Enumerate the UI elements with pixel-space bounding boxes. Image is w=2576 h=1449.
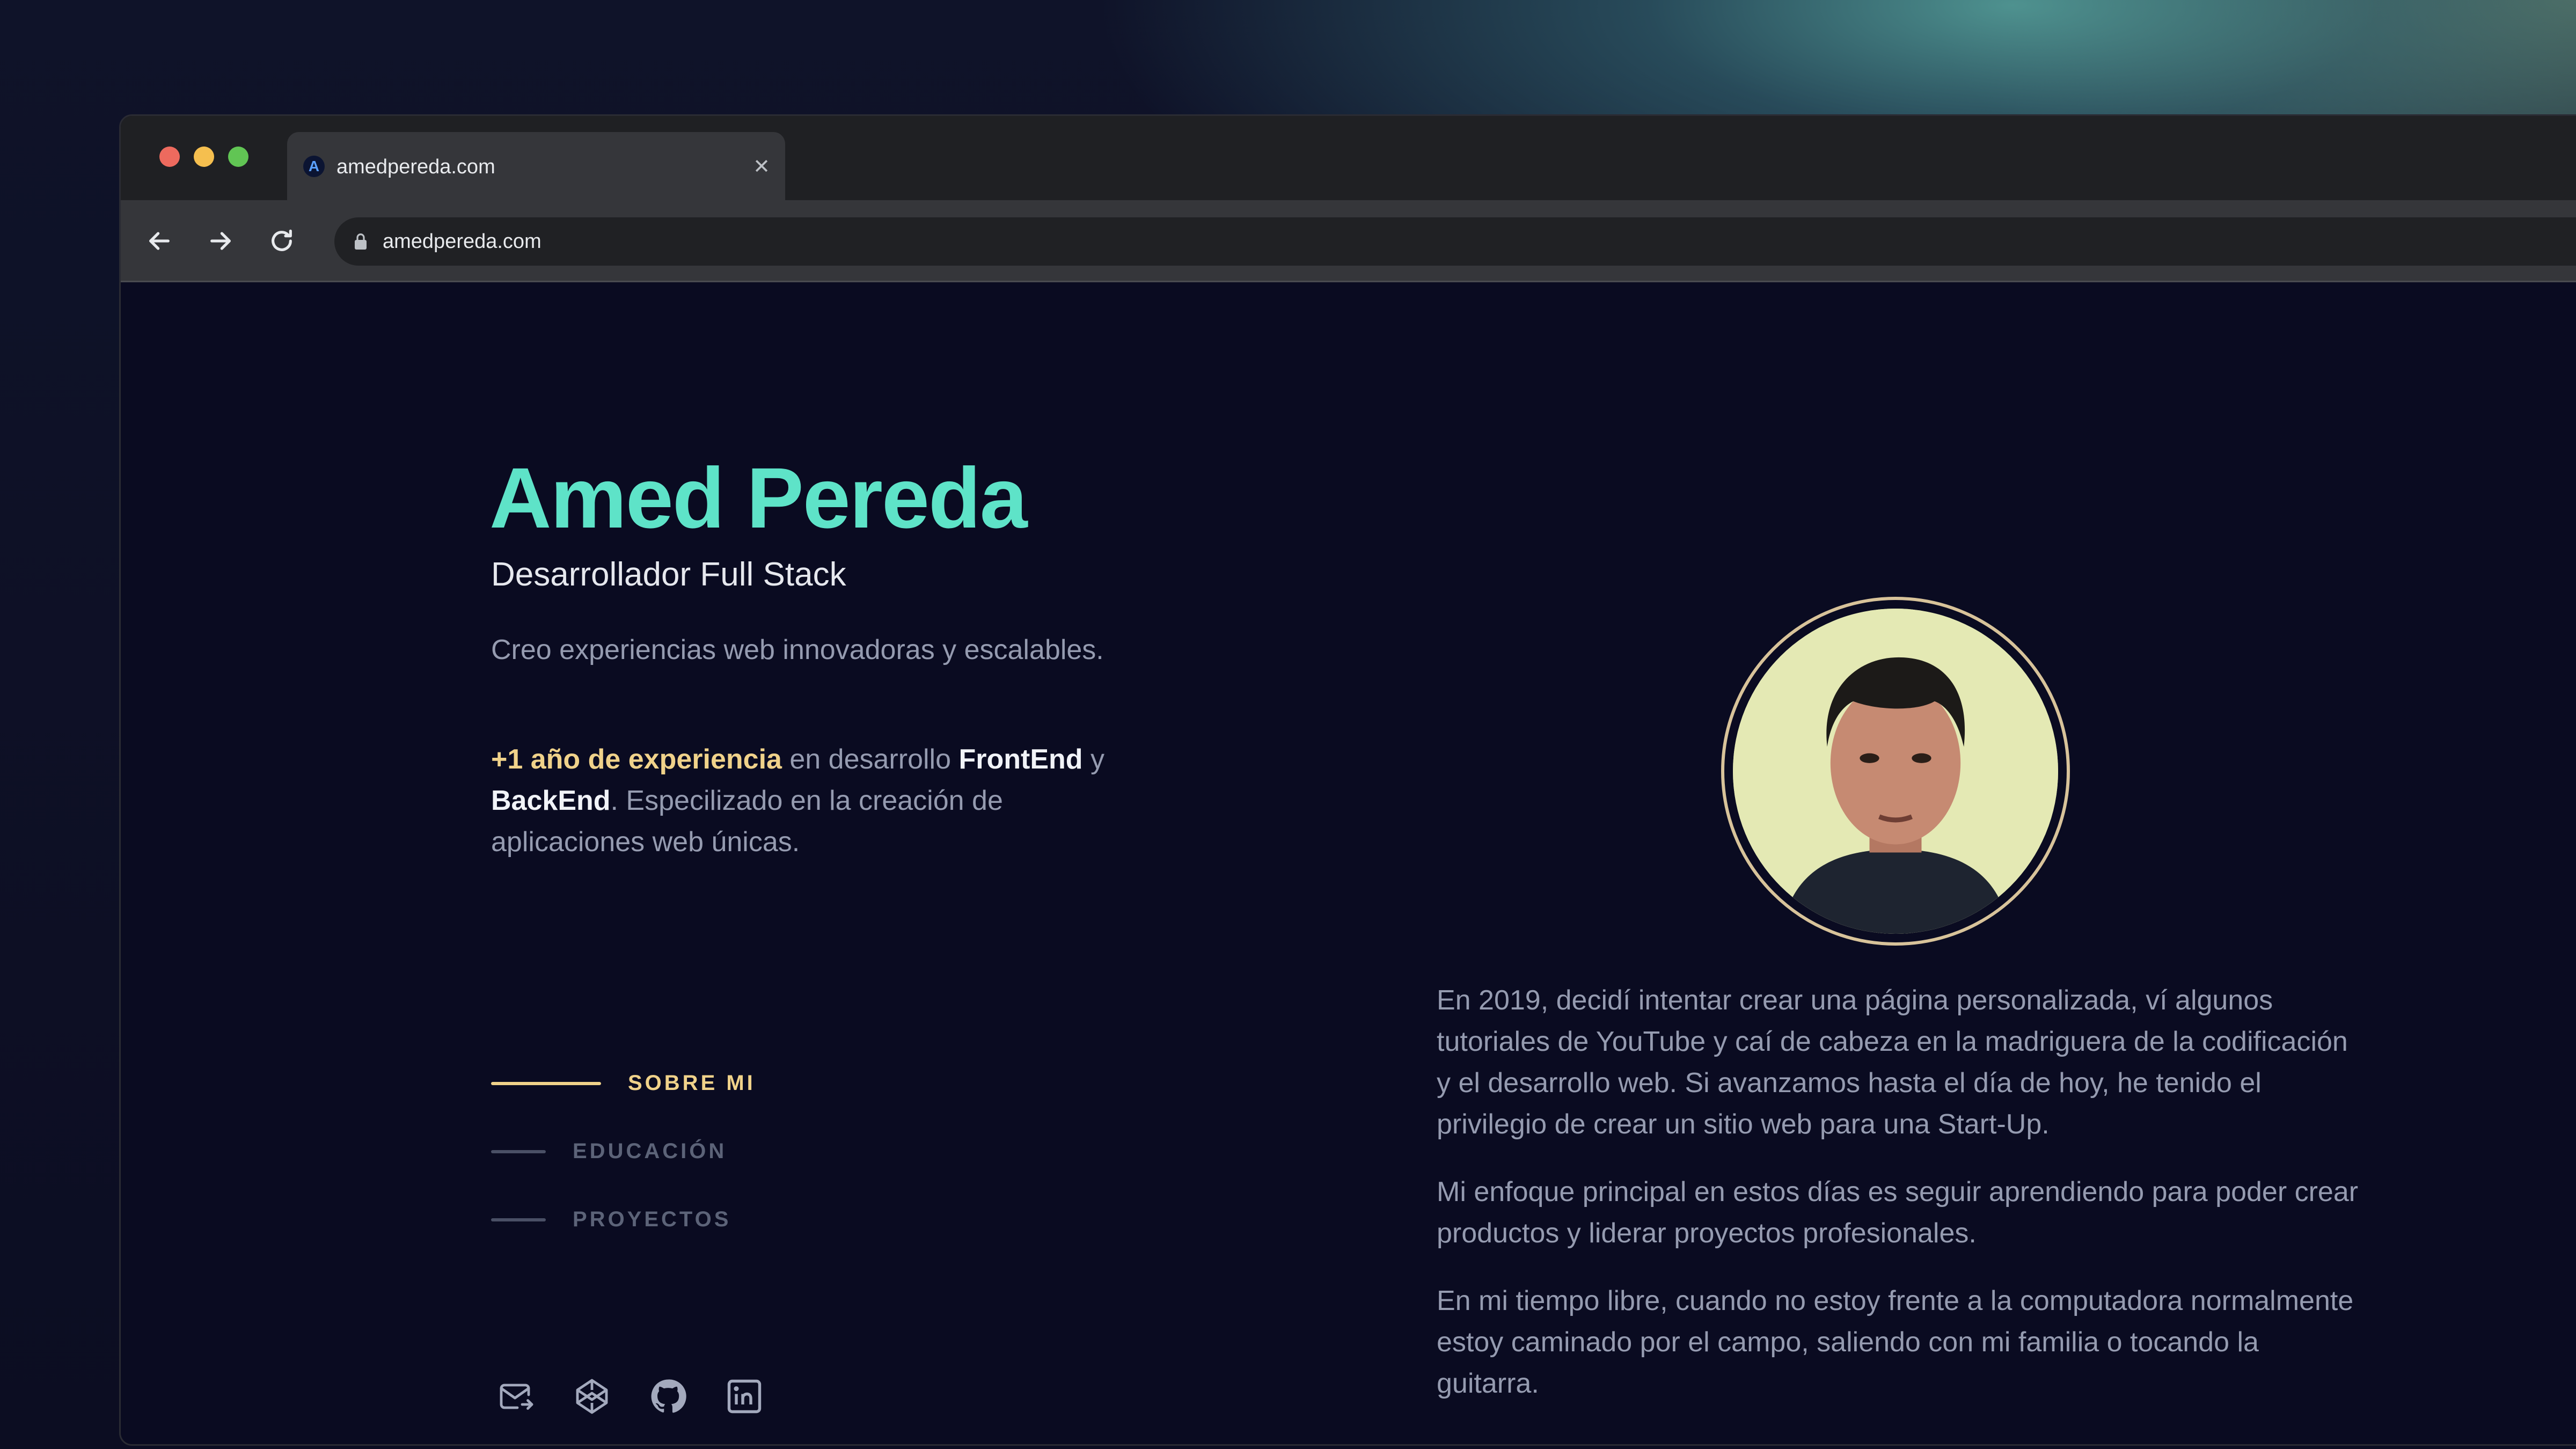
favicon-icon: A [303, 156, 325, 177]
github-icon[interactable] [649, 1377, 687, 1416]
lock-icon [354, 232, 368, 251]
browser-tab[interactable]: A amedpereda.com ✕ [287, 132, 785, 200]
close-window-button[interactable] [159, 147, 180, 167]
reload-icon[interactable] [267, 226, 297, 256]
nav-item-label: PROYECTOS [573, 1208, 731, 1231]
linkedin-icon[interactable] [725, 1377, 764, 1416]
social-links [496, 1377, 764, 1416]
experience-text-part: en desarrollo [781, 744, 959, 775]
experience-text: +1 año de experiencia en desarrollo Fron… [491, 739, 1135, 863]
frontend-keyword: FrontEnd [958, 744, 1083, 775]
profile-photo [1733, 609, 2058, 934]
about-paragraph: En mi tiempo libre, cuando no estoy fren… [1437, 1285, 2354, 1399]
close-icon[interactable]: ✕ [753, 155, 770, 179]
hero-role: Desarrollador Full Stack [491, 556, 846, 593]
browser-toolbar: amedpereda.com [121, 200, 2576, 282]
tab-title: amedpereda.com [336, 156, 495, 178]
address-bar[interactable]: amedpereda.com [334, 217, 2576, 266]
window-controls [159, 147, 248, 167]
hero-name: Amed Pereda [489, 450, 1028, 546]
nav-item-label: EDUCACIÓN [573, 1139, 727, 1163]
nav-indicator-line [491, 1081, 601, 1085]
nav-item-proyectos[interactable]: PROYECTOS [491, 1208, 731, 1232]
mail-icon[interactable] [496, 1377, 535, 1416]
back-arrow-icon[interactable] [144, 226, 174, 256]
nav-item-sobre-mi[interactable]: SOBRE MI [491, 1071, 756, 1095]
about-paragraph: Mi enfoque principal en estos días es se… [1437, 1176, 2359, 1249]
nav-item-label: SOBRE MI [628, 1071, 756, 1095]
nav-item-educacion[interactable]: EDUCACIÓN [491, 1139, 727, 1163]
about-paragraph: En 2019, decidí intentar crear una págin… [1437, 985, 2348, 1140]
about-section: En 2019, decidí intentar crear una págin… [1437, 980, 2365, 1431]
nav-indicator-line [491, 1150, 546, 1153]
backend-keyword: BackEnd [491, 785, 611, 816]
codepen-icon[interactable] [573, 1377, 611, 1416]
url-text: amedpereda.com [383, 230, 541, 253]
experience-text-part: y [1082, 744, 1104, 775]
page-content: Amed Pereda Desarrollador Full Stack Cre… [121, 282, 2576, 1444]
maximize-window-button[interactable] [228, 147, 248, 167]
minimize-window-button[interactable] [194, 147, 214, 167]
tab-bar: A amedpereda.com ✕ [121, 116, 2576, 200]
experience-highlight: +1 año de experiencia [491, 744, 782, 775]
hero-tagline: Creo experiencias web innovadoras y esca… [491, 634, 1104, 665]
forward-arrow-icon[interactable] [206, 226, 236, 256]
browser-window: A amedpereda.com ✕ amedpereda.com Amed P… [119, 114, 2576, 1446]
nav-indicator-line [491, 1218, 546, 1221]
profile-avatar [1721, 597, 2070, 946]
